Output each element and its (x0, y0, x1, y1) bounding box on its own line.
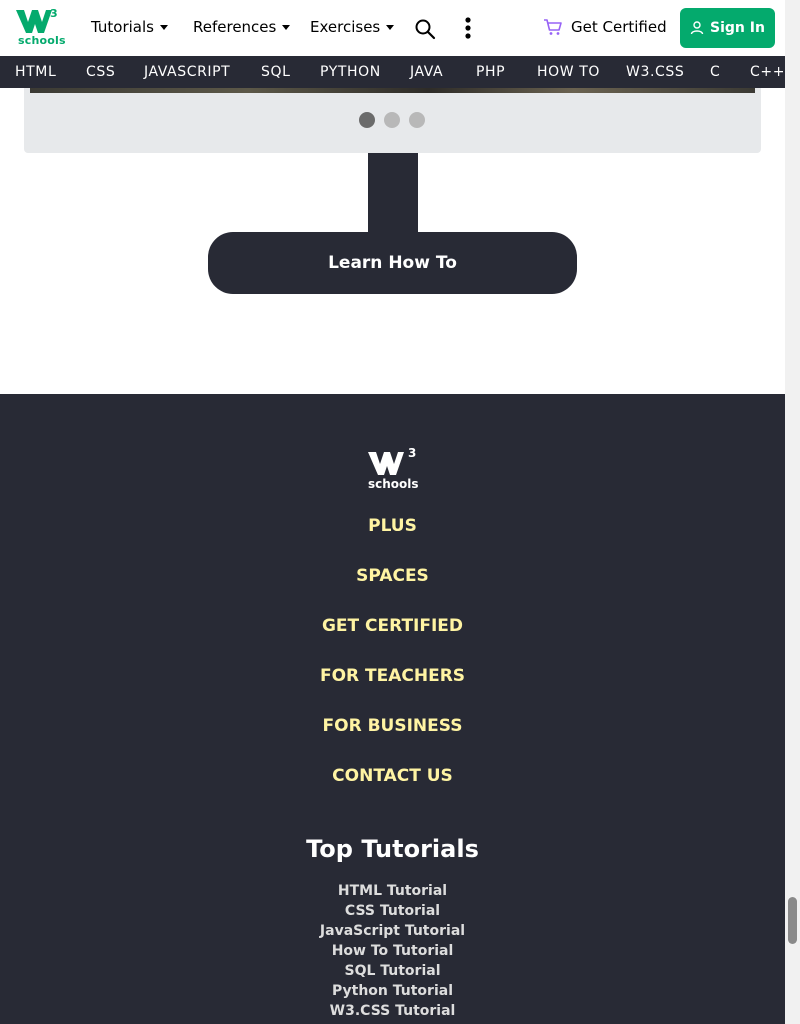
subject-c[interactable]: C (710, 56, 720, 88)
subject-how-to[interactable]: HOW TO (537, 56, 600, 88)
subject-python[interactable]: PYTHON (320, 56, 381, 88)
subject-html[interactable]: HTML (15, 56, 56, 88)
footer-link-for-teachers[interactable]: FOR TEACHERS (0, 666, 785, 686)
svg-text:3: 3 (50, 7, 58, 20)
top-tutorials-heading: Top Tutorials (306, 835, 479, 863)
footer-link-spaces[interactable]: SPACES (0, 566, 785, 586)
footer-logo[interactable]: 3 schools (366, 444, 422, 494)
tutorial-link-html[interactable]: HTML Tutorial (0, 883, 785, 899)
subject-java[interactable]: JAVA (410, 56, 443, 88)
tutorial-link-python[interactable]: Python Tutorial (0, 983, 785, 999)
get-certified-label: Get Certified (571, 18, 667, 36)
caret-down-icon (159, 24, 168, 30)
tutorial-link-sql[interactable]: SQL Tutorial (0, 963, 785, 979)
carousel-dot-2[interactable] (384, 112, 400, 128)
sign-in-label: Sign In (710, 20, 765, 36)
carousel-dot-3[interactable] (409, 112, 425, 128)
subject-css[interactable]: CSS (86, 56, 115, 88)
subject-javascript[interactable]: JAVASCRIPT (144, 56, 230, 88)
footer-logo-text: schools (368, 477, 419, 491)
monitor-stand (368, 153, 418, 233)
carousel-image (30, 88, 755, 93)
tutorial-link-javascript[interactable]: JavaScript Tutorial (0, 923, 785, 939)
more-vertical-icon[interactable] (462, 16, 474, 40)
menu-exercises[interactable]: Exercises (310, 18, 395, 36)
user-icon (690, 21, 704, 35)
logo-text: schools (18, 34, 66, 47)
top-navbar: 3 schools Tutorials References Exercises (0, 0, 785, 56)
tutorial-link-css[interactable]: CSS Tutorial (0, 903, 785, 919)
svg-text:3: 3 (408, 446, 416, 460)
w3-logo-mark-icon: 3 (16, 7, 58, 33)
cart-icon (544, 19, 562, 35)
menu-tutorials-label: Tutorials (91, 18, 154, 36)
search-icon[interactable] (414, 18, 436, 40)
carousel-dot-1[interactable] (359, 112, 375, 128)
w3-logo-mark-icon: 3 (368, 446, 416, 475)
subject-cpp[interactable]: C++ (750, 56, 785, 88)
subject-sql[interactable]: SQL (261, 56, 291, 88)
tutorial-link-w3css[interactable]: W3.CSS Tutorial (0, 1003, 785, 1019)
get-certified-link[interactable]: Get Certified (543, 18, 667, 36)
footer: 3 schools PLUS SPACES GET CERTIFIED FOR … (0, 394, 785, 1024)
scrollbar-track[interactable] (785, 0, 800, 1024)
footer-link-contact-us[interactable]: CONTACT US (0, 766, 785, 786)
menu-references-label: References (193, 18, 277, 36)
subject-php[interactable]: PHP (476, 56, 505, 88)
sign-in-button[interactable]: Sign In (680, 8, 775, 48)
menu-references[interactable]: References (193, 18, 291, 36)
menu-tutorials[interactable]: Tutorials (91, 18, 168, 36)
scrollbar-thumb[interactable] (788, 897, 797, 944)
caret-down-icon (386, 24, 395, 30)
carousel-panel (24, 88, 761, 153)
w3schools-logo[interactable]: 3 schools (14, 6, 66, 48)
caret-down-icon (282, 24, 291, 30)
menu-exercises-label: Exercises (310, 18, 381, 36)
footer-link-for-business[interactable]: FOR BUSINESS (0, 716, 785, 736)
subject-nav-bar: HTML CSS JAVASCRIPT SQL PYTHON JAVA PHP … (0, 56, 785, 88)
subject-w3css[interactable]: W3.CSS (626, 56, 684, 88)
footer-link-get-certified[interactable]: GET CERTIFIED (0, 616, 785, 636)
footer-link-plus[interactable]: PLUS (0, 516, 785, 536)
learn-how-to-button[interactable]: Learn How To (208, 232, 577, 294)
tutorial-link-how-to[interactable]: How To Tutorial (0, 943, 785, 959)
